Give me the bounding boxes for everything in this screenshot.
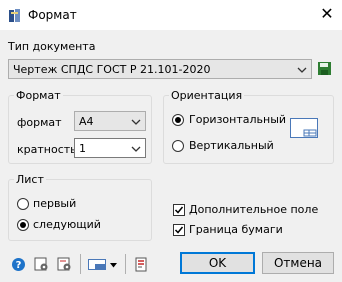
orientation-vertical-label[interactable]: Вертикальный [189, 139, 274, 152]
doc-type-label: Тип документа [8, 40, 96, 53]
format-group-legend: Формат [16, 89, 61, 102]
ok-button[interactable]: OK [180, 252, 255, 274]
doc-type-value: Чертеж СПДС ГОСТ Р 21.101-2020 [13, 63, 211, 76]
chevron-down-icon [131, 146, 141, 152]
format-label: формат [17, 116, 62, 129]
orientation-preview-icon [290, 118, 318, 138]
window-title: Формат [28, 8, 77, 22]
paper-border-label[interactable]: Граница бумаги [189, 223, 283, 236]
layout-icon[interactable] [88, 257, 106, 272]
sheet-next-radio[interactable] [17, 219, 29, 231]
dropdown-arrow-icon[interactable] [109, 260, 118, 269]
extra-field-label[interactable]: Дополнительное поле [189, 203, 318, 216]
orientation-vertical-radio[interactable] [172, 140, 184, 152]
properties-icon[interactable] [134, 257, 149, 272]
sheet-next-label[interactable]: следующий [33, 218, 101, 231]
checkmark-icon [174, 226, 184, 234]
multiplicity-label: кратность [17, 143, 77, 156]
sheet-first-radio[interactable] [17, 198, 29, 210]
chevron-down-icon [297, 67, 307, 73]
paper-border-checkbox[interactable] [173, 224, 185, 236]
extra-field-checkbox[interactable] [173, 204, 185, 216]
close-button[interactable]: ✕ [318, 5, 336, 23]
checkmark-icon [174, 206, 184, 214]
cancel-button[interactable]: Отмена [262, 252, 334, 274]
settings-icon[interactable] [34, 257, 49, 272]
toolbar-divider [125, 254, 126, 274]
help-icon[interactable]: ? [11, 257, 26, 272]
app-icon [8, 8, 23, 23]
sheet-settings-icon[interactable] [57, 257, 72, 272]
orientation-group-legend: Ориентация [171, 89, 243, 102]
orientation-horizontal-radio[interactable] [172, 114, 184, 126]
format-select[interactable]: А4 [74, 111, 146, 131]
toolbar-divider [80, 254, 81, 274]
save-icon[interactable] [317, 61, 332, 76]
multiplicity-value: 1 [79, 142, 86, 155]
multiplicity-select[interactable]: 1 [74, 138, 146, 158]
chevron-down-icon [131, 119, 141, 125]
doc-type-select[interactable]: Чертеж СПДС ГОСТ Р 21.101-2020 [8, 59, 312, 79]
sheet-group-legend: Лист [16, 173, 44, 186]
format-value: А4 [79, 115, 94, 128]
orientation-horizontal-label[interactable]: Горизонтальный [189, 113, 286, 126]
svg-text:?: ? [16, 260, 22, 271]
sheet-first-label[interactable]: первый [33, 197, 76, 210]
